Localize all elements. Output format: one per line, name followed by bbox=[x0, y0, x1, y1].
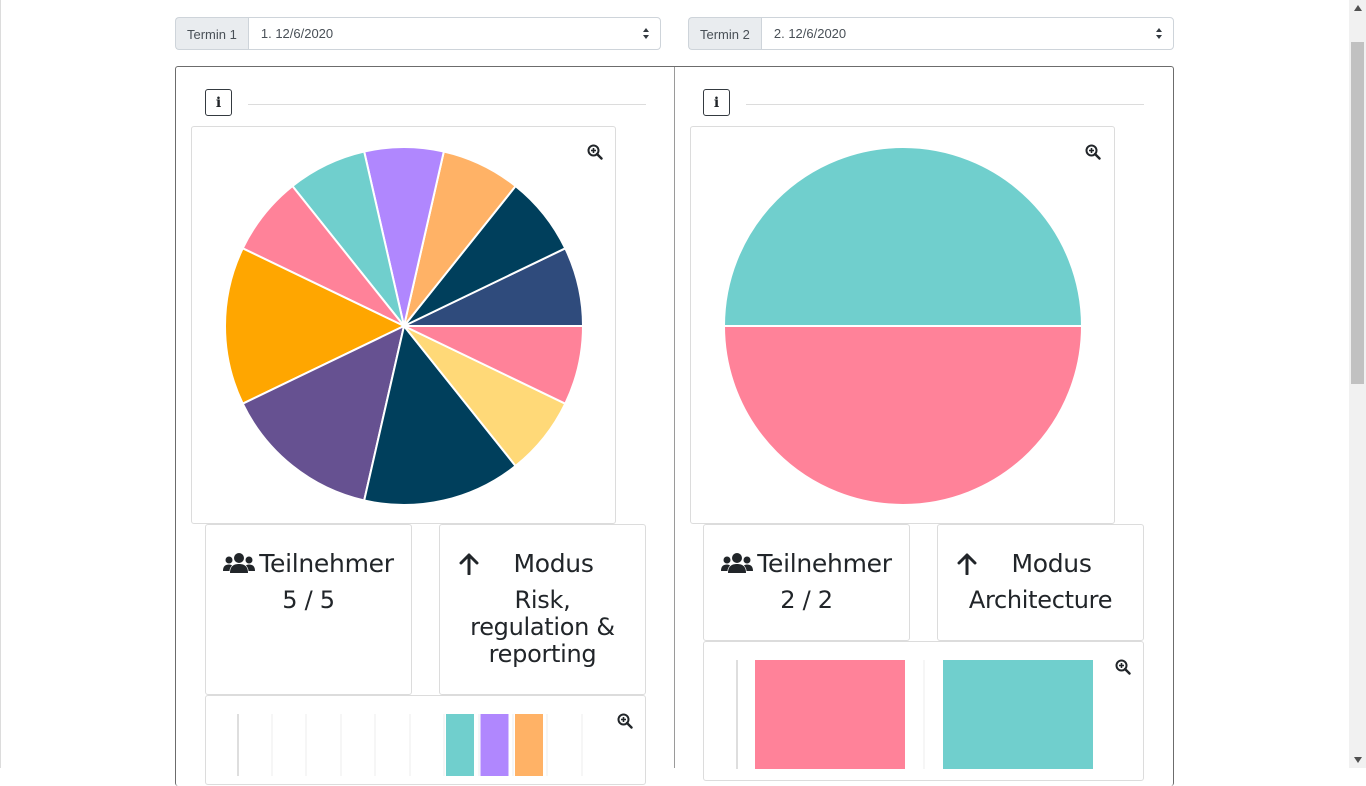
zoom-in-icon[interactable] bbox=[617, 713, 633, 729]
termin-2-selector: Termin 2 2. 12/6/2020 bbox=[688, 17, 1174, 50]
participants-value-right: 2 / 2 bbox=[780, 586, 833, 614]
column-divider bbox=[674, 67, 675, 768]
mode-value-line-1-left: Risk, bbox=[514, 586, 571, 614]
bar-right-bar-1[interactable] bbox=[755, 660, 905, 769]
bar-chart-card-right bbox=[703, 641, 1144, 781]
info-button-right[interactable]: i bbox=[703, 89, 730, 116]
participants-card-left: Teilnehmer 5 / 5 bbox=[205, 524, 412, 695]
mode-card-left: Modus Risk, regulation & reporting bbox=[439, 524, 646, 695]
select-caret-icon bbox=[1156, 28, 1162, 39]
participants-value-left: 5 / 5 bbox=[282, 586, 335, 614]
mode-value-line-1-right: Architecture bbox=[968, 586, 1113, 614]
pie-chart-left bbox=[224, 146, 585, 506]
participants-title-left: Teilnehmer bbox=[206, 549, 411, 578]
bar-chart-right bbox=[736, 660, 1093, 769]
participants-label-right: Teilnehmer bbox=[757, 549, 892, 578]
mode-label-right: Modus bbox=[1011, 549, 1092, 578]
page-edge bbox=[0, 0, 1, 768]
select-caret-icon bbox=[643, 28, 649, 39]
mode-value-line-3-left: reporting bbox=[488, 640, 597, 668]
pie-right-slice-1[interactable] bbox=[722, 146, 1084, 327]
header-rule-right bbox=[746, 104, 1144, 105]
scroll-down-arrow-icon[interactable] bbox=[1354, 757, 1362, 763]
pie-right-slice-2[interactable] bbox=[722, 325, 1084, 506]
termin-2-select[interactable]: 2. 12/6/2020 bbox=[760, 17, 1174, 50]
termin-2-label: Termin 2 bbox=[688, 17, 761, 50]
participants-label-left: Teilnehmer bbox=[259, 549, 394, 578]
scrollbar-thumb[interactable] bbox=[1351, 42, 1364, 384]
mode-value-line-2-left: regulation & bbox=[470, 613, 615, 641]
info-button-left[interactable]: i bbox=[205, 89, 232, 116]
mode-card-right: Modus Architecture bbox=[937, 524, 1144, 641]
termin-1-selector: Termin 1 1. 12/6/2020 bbox=[175, 17, 661, 50]
termin-2-value: 2. 12/6/2020 bbox=[773, 26, 847, 41]
participants-card-right: Teilnehmer 2 / 2 bbox=[703, 524, 910, 641]
zoom-in-icon[interactable] bbox=[1085, 144, 1101, 160]
pie-chart-card-right bbox=[690, 126, 1115, 524]
scroll-up-arrow-icon[interactable] bbox=[1354, 5, 1362, 11]
header-rule-left bbox=[248, 104, 646, 105]
pie-chart-card-left bbox=[191, 126, 616, 524]
bar-left-bar-2[interactable] bbox=[480, 714, 509, 776]
bar-left-bar-1[interactable] bbox=[446, 714, 474, 776]
mode-label-left: Modus bbox=[513, 549, 594, 578]
bar-chart-left bbox=[237, 714, 583, 776]
zoom-in-icon[interactable] bbox=[587, 144, 603, 160]
bar-right-bar-2[interactable] bbox=[943, 660, 1093, 769]
termin-1-label: Termin 1 bbox=[175, 17, 248, 50]
bar-chart-card-left bbox=[205, 695, 646, 785]
pie-chart-right bbox=[722, 146, 1084, 506]
zoom-in-icon[interactable] bbox=[1115, 659, 1131, 675]
users-icon bbox=[223, 553, 256, 573]
termin-1-value: 1. 12/6/2020 bbox=[260, 26, 334, 41]
users-icon bbox=[721, 553, 754, 573]
termin-1-select[interactable]: 1. 12/6/2020 bbox=[247, 17, 661, 50]
bar-left-bar-3[interactable] bbox=[515, 714, 543, 776]
participants-title-right: Teilnehmer bbox=[704, 549, 909, 578]
